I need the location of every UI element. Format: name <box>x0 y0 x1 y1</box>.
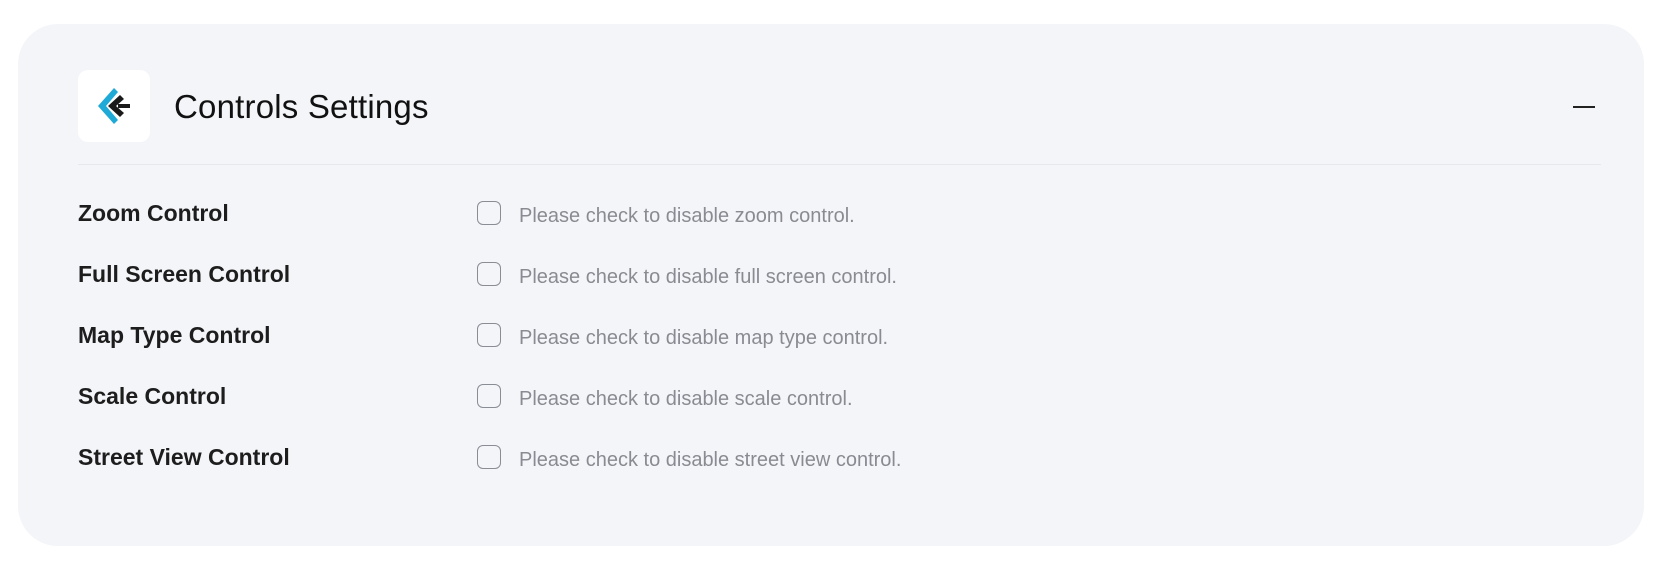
zoom-control-checkbox[interactable] <box>477 201 501 225</box>
controls-settings-panel: Controls Settings Zoom Control Please ch… <box>18 24 1644 546</box>
setting-label: Scale Control <box>78 383 227 409</box>
setting-row-scale-control: Scale Control Please check to disable sc… <box>78 382 1601 443</box>
setting-row-map-type-control: Map Type Control Please check to disable… <box>78 321 1601 382</box>
full-screen-control-checkbox[interactable] <box>477 262 501 286</box>
setting-row-zoom-control: Zoom Control Please check to disable zoo… <box>78 199 1601 260</box>
minus-icon <box>1573 106 1595 108</box>
brand-logo <box>78 70 150 142</box>
panel-header: Controls Settings <box>78 70 1601 142</box>
setting-description: Please check to disable zoom control. <box>519 205 855 227</box>
map-type-control-checkbox[interactable] <box>477 323 501 347</box>
setting-description: Please check to disable map type control… <box>519 327 889 349</box>
street-view-control-checkbox[interactable] <box>477 445 501 469</box>
header-divider <box>78 164 1601 165</box>
setting-description: Please check to disable full screen cont… <box>519 266 897 288</box>
setting-description: Please check to disable street view cont… <box>519 449 902 471</box>
page-title: Controls Settings <box>174 88 429 125</box>
setting-label: Full Screen Control <box>78 261 291 287</box>
setting-row-full-screen-control: Full Screen Control Please check to disa… <box>78 260 1601 321</box>
collapse-button[interactable] <box>1567 90 1601 124</box>
setting-label: Zoom Control <box>78 200 229 226</box>
setting-label: Map Type Control <box>78 322 271 348</box>
setting-description: Please check to disable scale control. <box>519 388 853 410</box>
scale-control-checkbox[interactable] <box>477 384 501 408</box>
setting-row-street-view-control: Street View Control Please check to disa… <box>78 443 1601 504</box>
brand-logo-icon <box>98 88 130 124</box>
controls-list: Zoom Control Please check to disable zoo… <box>78 199 1601 504</box>
setting-label: Street View Control <box>78 444 290 470</box>
